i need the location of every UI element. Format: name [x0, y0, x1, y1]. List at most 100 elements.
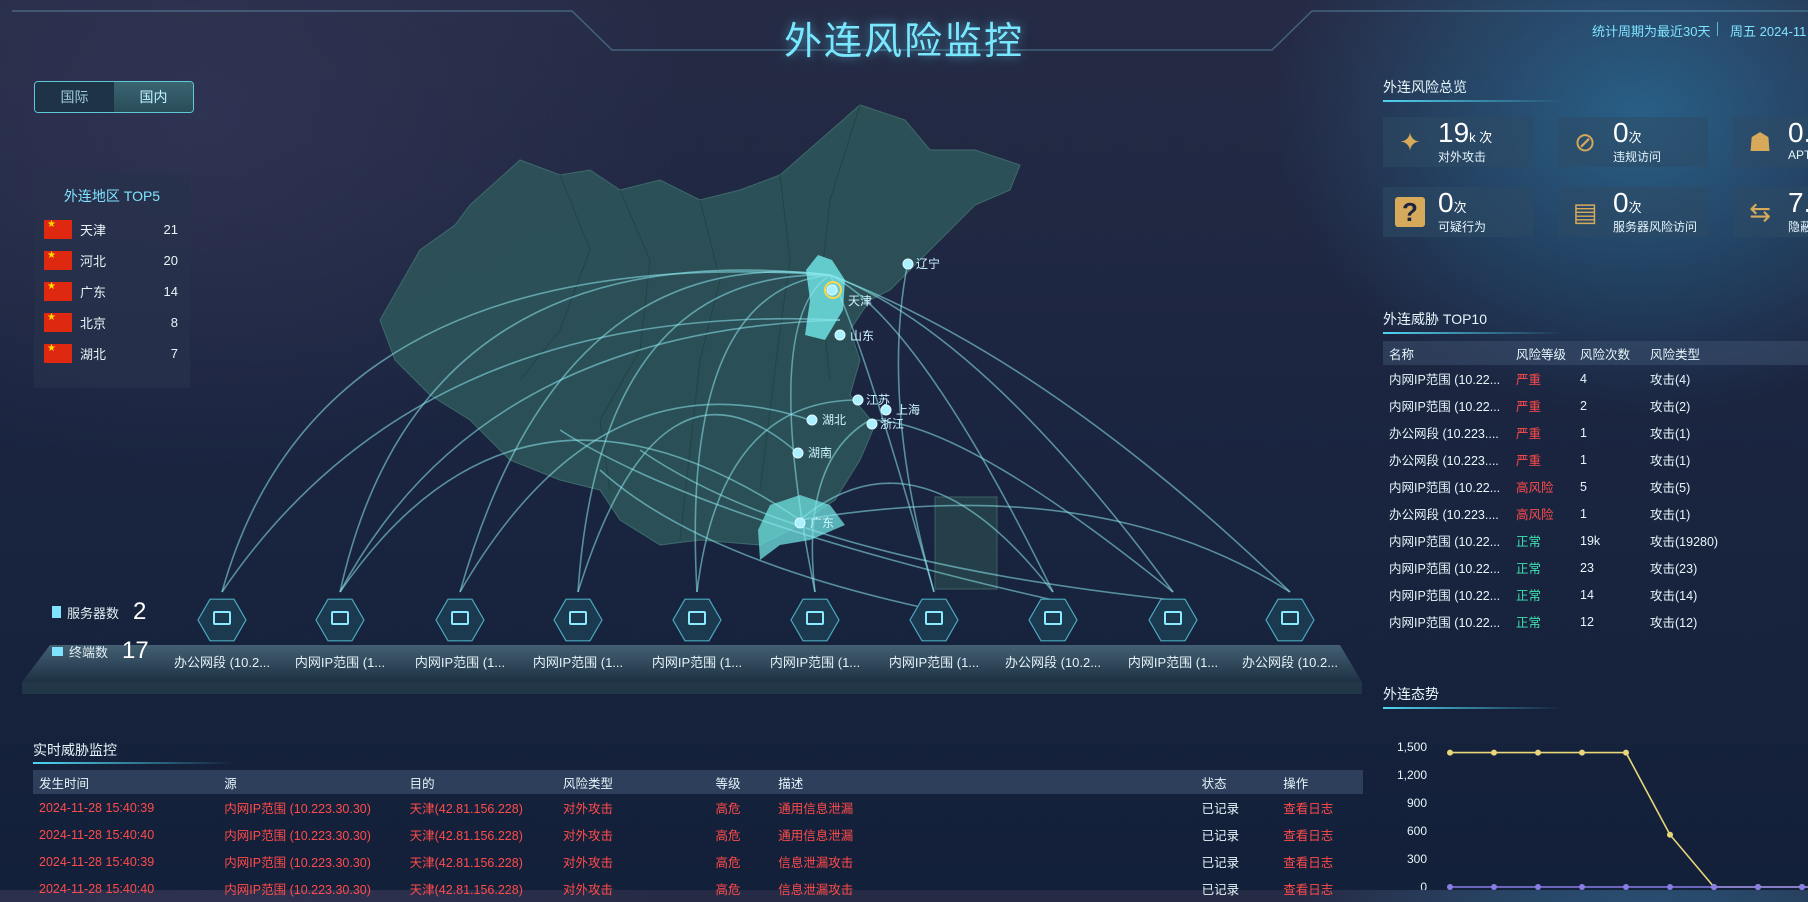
stat-card-apt[interactable]: ☗ 0. APT — [1733, 117, 1808, 167]
trend-underline — [1383, 707, 1563, 709]
event-source: 内网IP范围 (10.223.30.30) — [224, 883, 371, 897]
data-point[interactable] — [1623, 749, 1629, 756]
table-row[interactable]: 内网IP范围 (10.22... 正常 12 攻击(12) — [1383, 608, 1808, 635]
node-label[interactable]: 办公网段 (10.2... — [1235, 652, 1345, 671]
table-row[interactable]: 内网IP范围 (10.22... 正常 14 攻击(14) — [1383, 581, 1808, 608]
stat-unit: 次 — [1628, 200, 1642, 215]
map-label-shandong: 山东 — [850, 329, 874, 343]
list-item[interactable]: 湖北 7 — [34, 338, 190, 369]
server-icon — [52, 606, 61, 618]
list-item[interactable]: 北京 8 — [34, 307, 190, 338]
table-row[interactable]: 内网IP范围 (10.22... 严重 4 攻击(4) — [1383, 365, 1808, 392]
stat-card-covert[interactable]: ⇆ 7. 隐蔽 — [1733, 187, 1808, 237]
event-destination: 天津(42.81.156.228) — [409, 856, 523, 870]
data-point[interactable] — [1623, 884, 1629, 890]
column-header: 源 — [224, 776, 237, 791]
table-row[interactable]: 2024-11-28 15:40:39 内网IP范围 (10.223.30.30)… — [33, 848, 1363, 875]
data-point[interactable] — [1667, 831, 1673, 838]
y-tick-label: 1,200 — [1397, 768, 1427, 782]
table-row[interactable]: 办公网段 (10.223.... 严重 1 攻击(1) — [1383, 446, 1808, 473]
server-icon — [213, 611, 231, 625]
node-label[interactable]: 办公网段 (10.2... — [998, 652, 1108, 671]
node-label[interactable]: 内网IP范围 (1... — [405, 652, 515, 671]
data-point[interactable] — [1579, 749, 1585, 756]
region-name: 河北 — [80, 254, 107, 269]
list-item[interactable]: 天津 21 — [34, 214, 190, 245]
monitor-icon — [806, 611, 824, 625]
table-row[interactable]: 内网IP范围 (10.22... 正常 19k 攻击(19280) — [1383, 527, 1808, 554]
view-log-link[interactable]: 查看日志 — [1283, 798, 1363, 817]
node-label[interactable]: 内网IP范围 (1... — [879, 652, 989, 671]
node-label[interactable]: 内网IP范围 (1... — [285, 652, 395, 671]
risk-level: 正常 — [1516, 616, 1542, 630]
data-point[interactable] — [1799, 884, 1805, 890]
view-log-link[interactable]: 查看日志 — [1283, 879, 1363, 898]
table-row[interactable]: 2024-11-28 15:40:39 内网IP范围 (10.223.30.30)… — [33, 794, 1363, 821]
stat-label: 可疑行为 — [1438, 220, 1487, 234]
stat-value: 19 — [1438, 117, 1470, 148]
region-name: 广东 — [80, 285, 107, 300]
event-source: 内网IP范围 (10.223.30.30) — [224, 829, 371, 843]
spy-icon: ☗ — [1748, 127, 1772, 157]
data-point[interactable] — [1491, 749, 1497, 756]
monitor-icon — [569, 611, 587, 625]
column-header: 名称 — [1389, 347, 1415, 362]
node-label[interactable]: 内网IP范围 (1... — [642, 652, 752, 671]
data-point[interactable] — [1755, 884, 1761, 890]
region-count: 8 — [170, 315, 178, 330]
risk-count: 1 — [1580, 452, 1587, 467]
node-label[interactable]: 办公网段 (10.2... — [167, 652, 277, 671]
y-tick-label: 0 — [1420, 880, 1427, 890]
risk-level: 正常 — [1516, 589, 1542, 603]
data-point[interactable] — [1535, 749, 1541, 756]
y-tick-label: 300 — [1407, 852, 1427, 866]
stat-card-violation[interactable]: ⊘ 0次 违规访问 — [1558, 117, 1708, 167]
monitor-icon — [1164, 611, 1182, 625]
node-label[interactable]: 内网IP范围 (1... — [1118, 652, 1228, 671]
monitor-icon — [451, 611, 469, 625]
threat-name: 内网IP范围 (10.22... — [1389, 589, 1501, 603]
list-item[interactable]: 广东 14 — [34, 276, 190, 307]
node-label[interactable]: 内网IP范围 (1... — [523, 652, 633, 671]
event-destination: 天津(42.81.156.228) — [409, 883, 523, 897]
event-risk-type: 对外攻击 — [563, 856, 614, 870]
data-point[interactable] — [1447, 884, 1453, 890]
threat-name: 办公网段 (10.223.... — [1389, 427, 1499, 441]
stat-label: 违规访问 — [1613, 150, 1662, 164]
data-point[interactable] — [1447, 749, 1453, 756]
map-label-hunan: 湖南 — [808, 445, 832, 460]
data-point[interactable] — [1711, 884, 1717, 890]
china-flag-icon — [44, 250, 72, 270]
overview-underline — [1383, 100, 1563, 102]
stat-card-server-risk[interactable]: ▤ 0次 服务器风险访问 — [1558, 187, 1708, 237]
data-point[interactable] — [1667, 884, 1673, 890]
data-point[interactable] — [1535, 884, 1541, 890]
threat-name: 内网IP范围 (10.22... — [1389, 562, 1501, 576]
risk-type: 攻击(12) — [1650, 616, 1698, 630]
data-point[interactable] — [1579, 884, 1585, 890]
stat-card-attack[interactable]: ✦ 19k 次 对外攻击 — [1383, 117, 1533, 167]
stat-card-suspicious[interactable]: ? 0次 可疑行为 — [1383, 187, 1533, 237]
event-destination: 天津(42.81.156.228) — [409, 802, 523, 816]
table-row[interactable]: 2024-11-28 15:40:40 内网IP范围 (10.223.30.30)… — [33, 875, 1363, 902]
table-row[interactable]: 内网IP范围 (10.22... 严重 2 攻击(2) — [1383, 392, 1808, 419]
node-label[interactable]: 内网IP范围 (1... — [760, 652, 870, 671]
table-row[interactable]: 办公网段 (10.223.... 高风险 1 攻击(1) — [1383, 500, 1808, 527]
table-row[interactable]: 内网IP范围 (10.22... 高风险 5 攻击(5) — [1383, 473, 1808, 500]
event-risk-type: 对外攻击 — [563, 802, 614, 816]
y-tick-label: 1,500 — [1397, 740, 1427, 754]
region-count: 21 — [163, 222, 178, 237]
monitor-icon — [331, 611, 349, 625]
view-log-link[interactable]: 查看日志 — [1283, 825, 1363, 844]
data-point[interactable] — [1491, 884, 1497, 890]
list-item[interactable]: 河北 20 — [34, 245, 190, 276]
threat-name: 内网IP范围 (10.22... — [1389, 481, 1501, 495]
table-row[interactable]: 2024-11-28 15:40:40 内网IP范围 (10.223.30.30)… — [33, 821, 1363, 848]
risk-type: 攻击(5) — [1650, 481, 1691, 495]
view-log-link[interactable]: 查看日志 — [1283, 852, 1363, 871]
column-header: 风险类型 — [563, 776, 614, 791]
terminal-count-label: 终端数 — [69, 644, 109, 660]
event-source: 内网IP范围 (10.223.30.30) — [224, 856, 371, 870]
table-row[interactable]: 办公网段 (10.223.... 严重 1 攻击(1) — [1383, 419, 1808, 446]
table-row[interactable]: 内网IP范围 (10.22... 正常 23 攻击(23) — [1383, 554, 1808, 581]
